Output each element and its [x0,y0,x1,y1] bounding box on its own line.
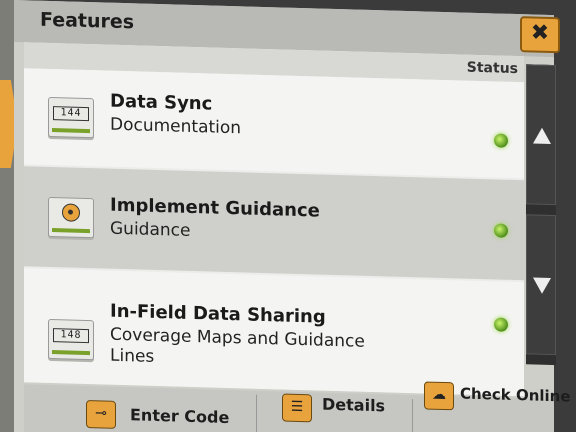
feature-subtitle: Guidance [110,218,191,241]
cloud-download-icon: ☁ [424,381,454,411]
toolbar-divider [412,399,413,432]
toolbar-divider [256,394,257,432]
counter-display: 144 [53,106,89,122]
feature-row-data-sync[interactable]: 144 Data Sync Documentation [24,68,524,179]
counter-icon: 144 [48,96,94,139]
status-indicator-icon [494,133,508,148]
enter-code-label: Enter Code [130,405,230,428]
feature-title: In-Field Data Sharing [110,300,326,328]
window-title: Features [40,8,135,34]
feature-subtitle: Coverage Maps and Guidance Lines [110,324,365,367]
counter-icon: 148 [48,318,94,361]
arrow-up-icon [533,127,551,144]
left-panel-edge [0,0,14,432]
check-online-button[interactable]: ☁ Check Online [414,381,571,432]
scroll-up-button[interactable] [526,64,556,206]
details-button[interactable]: ☰ Details [258,391,408,432]
status-indicator-icon [494,317,508,332]
status-indicator-icon [494,223,508,238]
features-list: Status 144 Data Sync Documentation Imple… [24,42,524,397]
arrow-down-icon [533,277,551,294]
bottom-toolbar: ⊸ Enter Code ☰ Details ☁ Check Online [24,381,571,432]
close-button[interactable]: ✖ [520,16,560,54]
feature-title: Implement Guidance [110,194,320,222]
feature-row-implement-guidance[interactable]: Implement Guidance Guidance [24,166,524,281]
scroll-down-button[interactable] [526,214,556,356]
enter-code-button[interactable]: ⊸ Enter Code [24,384,254,432]
document-icon: ☰ [282,393,312,423]
details-label: Details [322,394,386,416]
counter-display: 148 [53,328,89,344]
features-window: Features ✖ Status 144 Data Sync Document… [14,0,571,432]
feature-row-in-field-data-sharing[interactable]: 148 In-Field Data Sharing Coverage Maps … [24,268,524,397]
close-icon: ✖ [530,20,550,46]
guidance-target-icon [48,196,94,239]
status-column-header: Status [466,59,518,78]
check-online-label: Check Online [460,384,571,406]
feature-subtitle: Documentation [110,114,242,139]
key-icon: ⊸ [86,400,116,429]
feature-title: Data Sync [110,90,213,115]
list-scrollbar[interactable] [526,64,556,366]
